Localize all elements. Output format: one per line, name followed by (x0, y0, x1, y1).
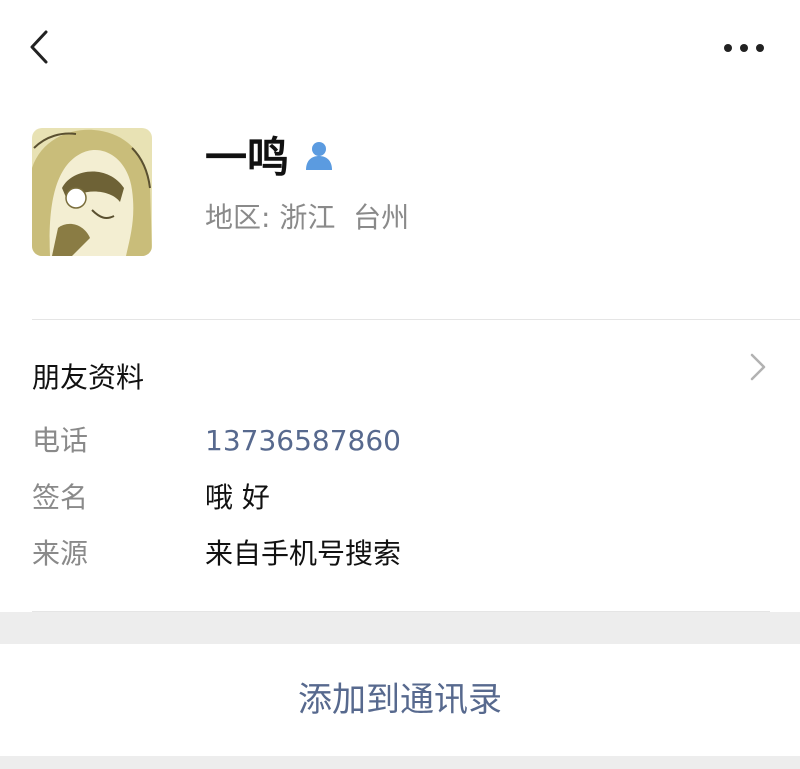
profile-name: 一鸣 (205, 133, 290, 182)
chevron-left-icon (30, 30, 48, 64)
signature-label: 签名 (32, 481, 89, 514)
source-value: 来自手机号搜索 (205, 537, 402, 570)
section-title[interactable]: 朋友资料 (32, 358, 144, 398)
detail-chevron-button[interactable] (742, 350, 772, 384)
add-to-contacts-button[interactable]: 添加到通讯录 (0, 644, 800, 756)
profile-region: 地区: 浙江 台州 (205, 201, 410, 234)
section-separator (0, 756, 800, 769)
source-label: 来源 (32, 537, 89, 570)
more-options-button[interactable] (716, 30, 772, 66)
info-row-source: 来源 来自手机号搜索 (0, 529, 800, 579)
phone-number-link[interactable]: 13736587860 (205, 416, 401, 466)
avatar-image (32, 128, 152, 256)
info-row-signature: 签名 哦 好 (0, 473, 800, 523)
more-dots-icon (724, 44, 764, 52)
info-row-phone: 电话 13736587860 (0, 416, 800, 466)
section-separator (0, 612, 800, 644)
top-bar (0, 0, 800, 100)
chevron-right-icon (750, 353, 766, 381)
back-button[interactable] (20, 24, 60, 70)
divider (32, 319, 800, 320)
phone-label: 电话 (32, 424, 89, 457)
person-icon (302, 138, 336, 172)
signature-value: 哦 好 (205, 481, 270, 514)
action-area: 添加到通讯录 (0, 644, 800, 756)
avatar[interactable] (32, 128, 152, 256)
